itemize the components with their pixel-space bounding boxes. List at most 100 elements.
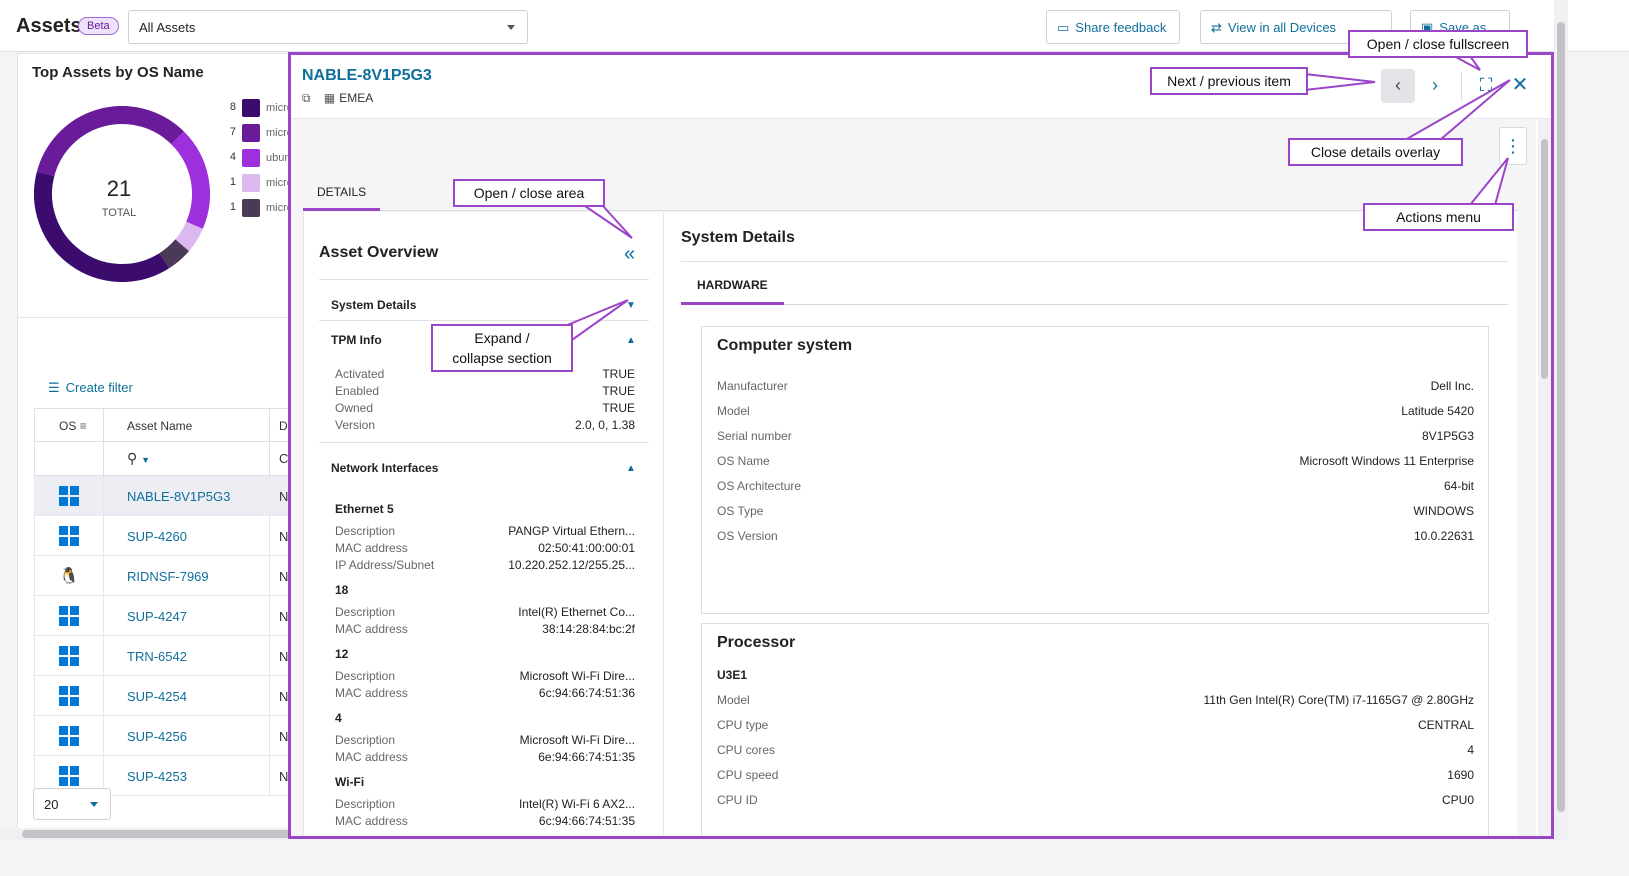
interface-name: 12 <box>335 647 349 661</box>
double-chevron-left-icon[interactable]: « <box>624 243 635 266</box>
d-filter-cell[interactable]: C <box>279 451 288 466</box>
asset-name-link[interactable]: TRN-6542 <box>127 649 187 664</box>
overlay-body: ⋮ DETAILS Asset Overview « System Detail… <box>291 119 1536 836</box>
scrollbar-thumb[interactable] <box>1541 139 1548 379</box>
field-label: Description <box>335 733 396 747</box>
section-tpm-info[interactable]: TPM Info <box>331 333 382 347</box>
windows-logo-pane <box>59 486 68 495</box>
column-divider <box>103 476 104 515</box>
legend-count: 8 <box>229 101 236 113</box>
field-label: Model <box>717 693 750 707</box>
processor-field: Model 11th Gen Intel(R) Core(TM) i7-1165G… <box>717 693 1474 711</box>
asset-name-column-header[interactable]: Asset Name <box>127 419 192 433</box>
section-network-interfaces[interactable]: Network Interfaces <box>331 461 438 475</box>
page-vertical-scrollbar[interactable] <box>1554 0 1568 840</box>
table-row[interactable]: TRN-6542 N <box>34 636 291 676</box>
field-value: 2.0, 0, 1.38 <box>574 418 635 432</box>
field-value: CENTRAL <box>1417 718 1474 732</box>
details-content: Asset Overview « System Details ▼ TPM In… <box>303 212 1517 836</box>
close-overlay-button[interactable]: ✕ <box>1503 69 1537 103</box>
windows-icon <box>59 686 79 706</box>
page-size-value: 20 <box>44 797 59 812</box>
chevron-up-icon[interactable]: ▲ <box>626 463 636 474</box>
asset-name-link[interactable]: SUP-4254 <box>127 689 187 704</box>
table-row[interactable]: SUP-4247 N <box>34 596 291 636</box>
scrollbar-thumb[interactable] <box>1557 22 1565 812</box>
field-label: CPU cores <box>717 743 776 757</box>
previous-item-button[interactable]: ‹ <box>1381 69 1415 103</box>
asset-name-link[interactable]: RIDNSF-7969 <box>127 569 209 584</box>
field-label: MAC address <box>335 686 408 700</box>
field-label: Description <box>335 669 396 683</box>
chevron-up-icon[interactable]: ▲ <box>626 335 636 346</box>
column-divider <box>103 676 104 715</box>
fullscreen-button[interactable]: ⛶ <box>1469 69 1503 103</box>
d-column-header[interactable]: D <box>279 419 288 433</box>
page-size-select[interactable]: 20 <box>33 788 111 820</box>
windows-logo-pane <box>59 617 68 626</box>
table-row[interactable]: SUP-4260 N <box>34 516 291 556</box>
top-assets-card: Top Assets by OS Name 21 TOTAL 8 micro 7 mi… <box>17 53 293 318</box>
asset-name-link[interactable]: NABLE-8V1P5G3 <box>127 489 230 504</box>
beta-badge: Beta <box>78 17 119 35</box>
field-label: Activated <box>335 367 385 381</box>
chevron-down-icon[interactable]: ▼ <box>626 300 636 311</box>
interface-name: Wi-Fi <box>335 775 365 789</box>
create-filter-button[interactable]: ☰ Create filter <box>48 380 133 396</box>
table-row[interactable]: SUP-4254 N <box>34 676 291 716</box>
field-value: TRUE <box>602 367 635 381</box>
next-item-button[interactable]: › <box>1418 69 1452 103</box>
copy-icon[interactable]: ⧉ <box>302 91 311 106</box>
asset-name-link[interactable]: SUP-4247 <box>127 609 187 624</box>
divider <box>681 261 1508 262</box>
asset-name-link[interactable]: SUP-4253 <box>127 769 187 784</box>
table-row[interactable]: 🐧 RIDNSF-7969 N <box>34 556 291 596</box>
callout-actions-menu: Actions menu <box>1363 203 1514 231</box>
d-cell: N <box>279 729 289 744</box>
d-cell: N <box>279 649 289 664</box>
legend-count: 4 <box>229 151 236 163</box>
donut-slice[interactable] <box>36 106 184 177</box>
tpm-field: Owned TRUE <box>335 401 635 418</box>
grid-filter-row: ⚲ ▼ C <box>34 442 291 476</box>
field-label: Version <box>335 418 376 432</box>
windows-logo-pane <box>70 657 79 666</box>
card-title: Top Assets by OS Name <box>32 64 204 81</box>
tab-details[interactable]: DETAILS <box>303 183 381 211</box>
column-divider <box>269 636 270 675</box>
field-label: MAC address <box>335 750 408 764</box>
column-divider <box>103 596 104 635</box>
callout-next-previous: Next / previous item <box>1150 67 1308 95</box>
callout-close-overlay: Close details overlay <box>1288 138 1463 166</box>
windows-logo-pane <box>59 737 68 746</box>
callout-fullscreen: Open / close fullscreen <box>1348 30 1528 58</box>
share-feedback-button[interactable]: ▭ Share feedback <box>1046 10 1180 44</box>
asset-name-link[interactable]: SUP-4260 <box>127 529 187 544</box>
overlay-vertical-scrollbar[interactable] <box>1538 119 1551 836</box>
windows-logo-pane <box>70 646 79 655</box>
donut-slice[interactable] <box>159 239 189 269</box>
filter-icon[interactable]: ≡ <box>80 419 87 433</box>
windows-logo-pane <box>70 697 79 706</box>
column-divider <box>103 636 104 675</box>
field-value: 10.220.252.12/255.25... <box>508 558 635 572</box>
table-row[interactable]: SUP-4256 N <box>34 716 291 756</box>
tpm-field: Enabled TRUE <box>335 384 635 401</box>
interface-field: Description Intel(R) Wi-Fi 6 AX2... <box>335 797 635 814</box>
tab-hardware[interactable]: HARDWARE <box>681 267 784 305</box>
windows-logo-pane <box>59 537 68 546</box>
tpm-field: Version 2.0, 0, 1.38 <box>335 418 635 435</box>
field-label: MAC address <box>335 541 408 555</box>
table-row[interactable]: NABLE-8V1P5G3 N <box>34 476 291 516</box>
d-cell: N <box>279 609 289 624</box>
windows-logo-pane <box>59 657 68 666</box>
section-system-details[interactable]: System Details <box>331 298 416 312</box>
field-value: 6c:94:66:74:51:36 <box>538 686 635 700</box>
windows-icon <box>59 606 79 626</box>
donut-slice[interactable] <box>175 221 203 252</box>
os-column-header[interactable]: OS ≡ <box>59 419 87 433</box>
asset-name-link[interactable]: SUP-4256 <box>127 729 187 744</box>
actions-menu-button[interactable]: ⋮ <box>1499 127 1527 165</box>
search-icon[interactable]: ⚲ ▼ <box>127 450 150 467</box>
asset-filter-select[interactable]: All Assets <box>128 10 528 44</box>
